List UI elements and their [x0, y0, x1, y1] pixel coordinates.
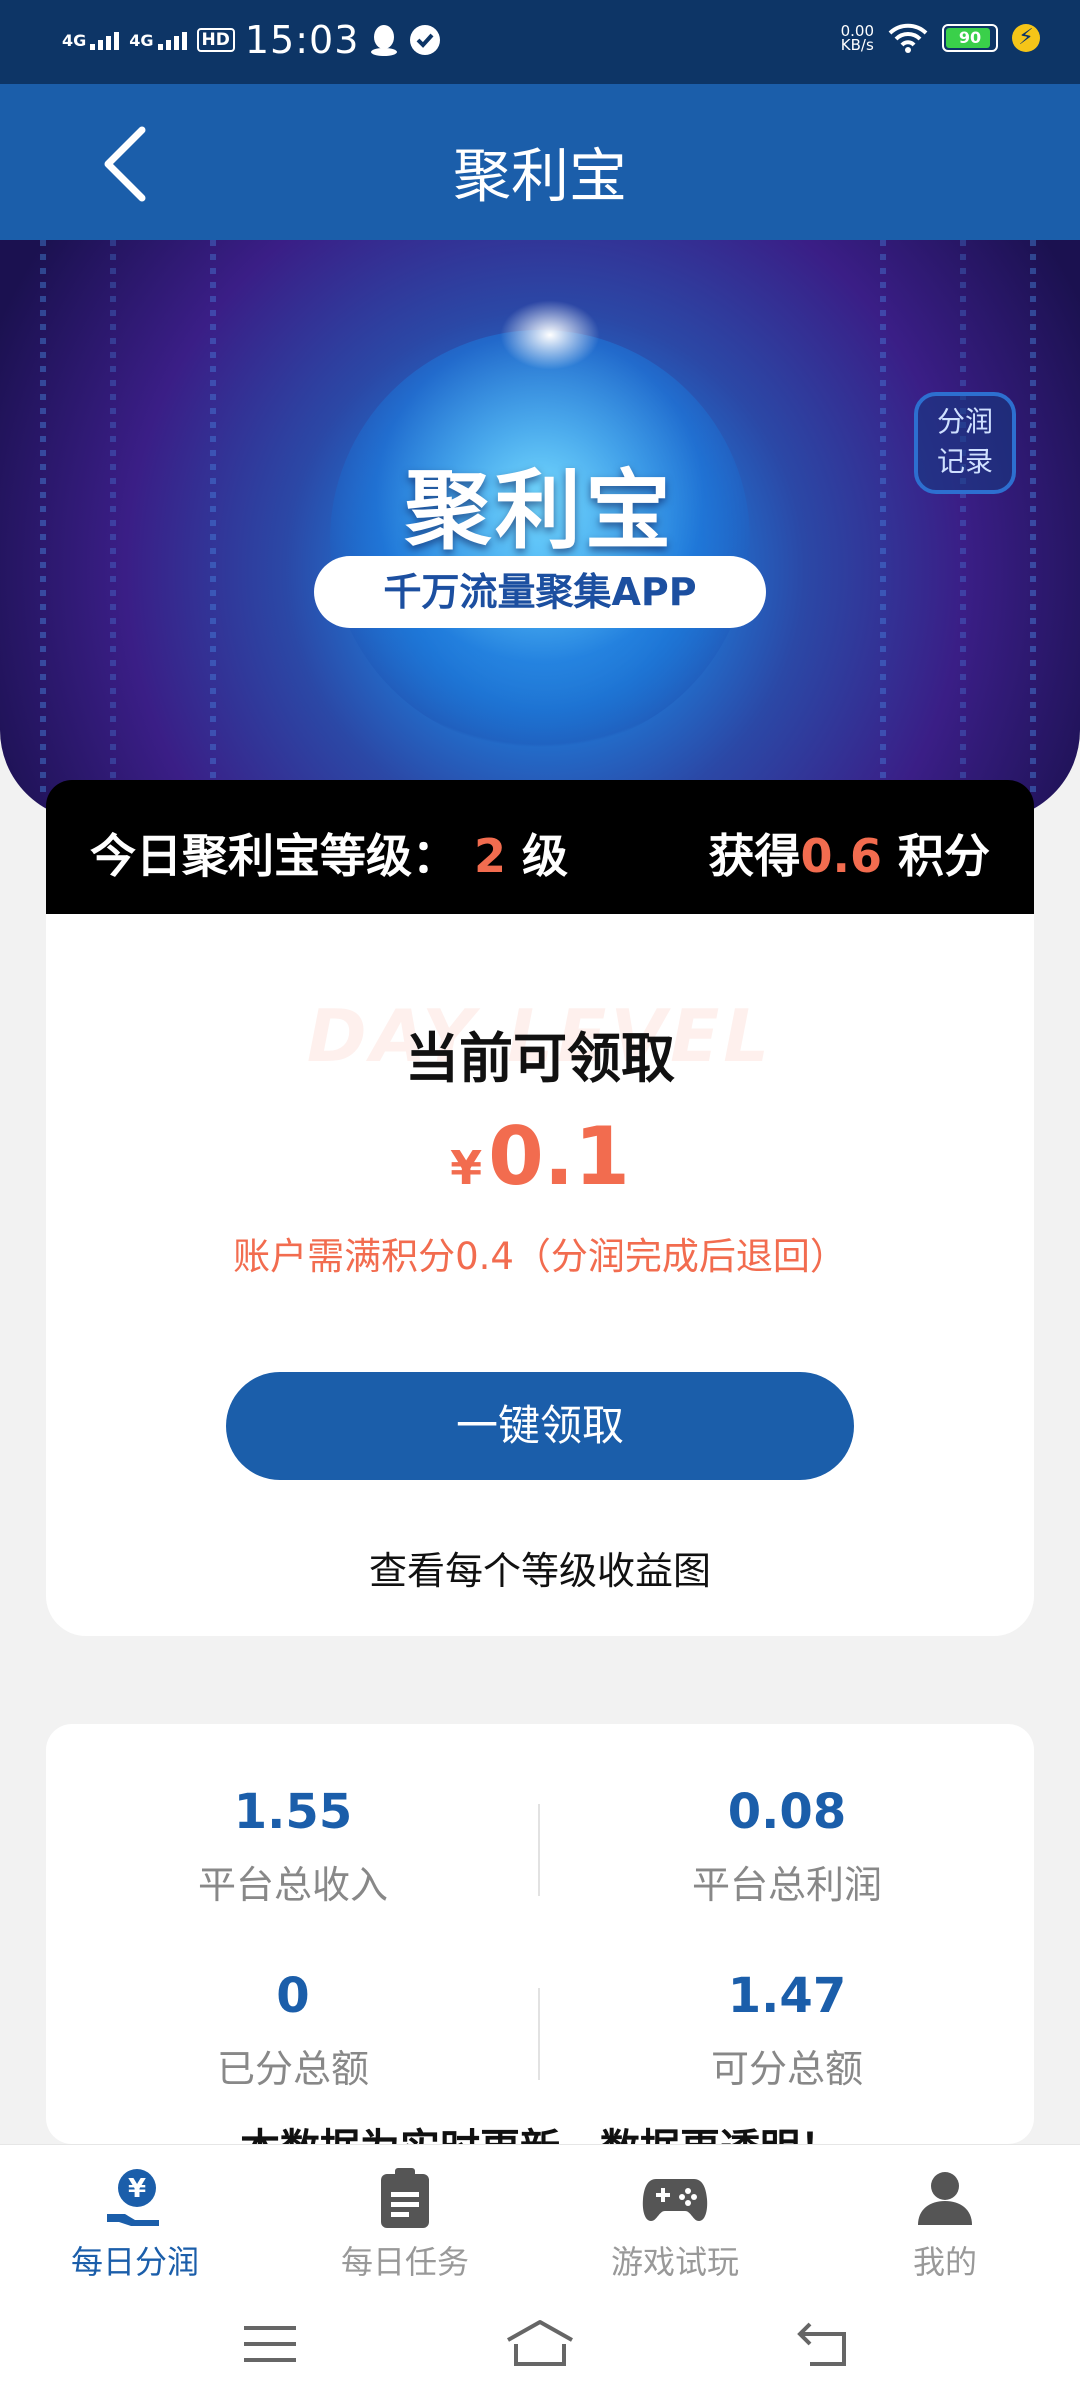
tab-game-trial[interactable]: 游戏试玩 — [540, 2165, 810, 2283]
yen-hand-icon: ¥ — [107, 2169, 159, 2226]
battery-level: 90 — [958, 28, 982, 47]
level-bar: 今日聚利宝等级： 2 级 获得0.6 积分 — [46, 780, 1034, 915]
record-label-2: 记录 — [936, 445, 993, 478]
wifi-icon — [888, 23, 928, 53]
stat-distributed: 0 已分总额 — [46, 1968, 540, 2093]
charging-icon: ⚡ — [1012, 24, 1040, 52]
app-bar: 聚利宝 — [0, 84, 1080, 240]
bottom-tab-bar: ¥ 每日分润 每日任务 游戏试玩 我的 — [0, 2144, 1080, 2281]
check-icon — [410, 25, 441, 55]
points-info: 获得0.6 积分 — [708, 820, 990, 886]
tab-daily-task[interactable]: 每日任务 — [270, 2165, 540, 2283]
net-speed: 0.00 KB/s — [840, 24, 874, 54]
points-value: 0.6 — [800, 829, 882, 883]
claimable-amount: ¥0.1 — [46, 1110, 1034, 1203]
points-suffix: 积分 — [898, 829, 990, 883]
qq-icon — [371, 25, 398, 56]
stat-value: 1.47 — [727, 1968, 847, 2024]
claimable-title: 当前可领取 — [405, 1027, 675, 1090]
level-prefix: 今日聚利宝等级： — [90, 829, 458, 883]
gamepad-icon — [642, 2179, 708, 2221]
level-value: 2 — [474, 829, 507, 883]
amount-value: 0.1 — [488, 1110, 630, 1203]
user-icon — [918, 2172, 972, 2225]
stats-card: 1.55 平台总收入 0.08 平台总利润 0 已分总额 1.47 可分总额 本… — [46, 1724, 1034, 2144]
level-chart-link[interactable]: 查看每个等级收益图 — [46, 1540, 1034, 1595]
page-title: 聚利宝 — [452, 142, 627, 210]
profit-record-button[interactable]: 分润 记录 — [914, 392, 1016, 494]
points-notice: 账户需满积分0.4（分润完成后退回） — [233, 1235, 847, 1278]
stat-label: 可分总额 — [710, 2047, 863, 2091]
signal-icon-2: 4G — [129, 30, 187, 50]
home-icon[interactable] — [504, 2318, 576, 2368]
status-bar: 4G 4G HD 15:03 0.00 KB/s 90 ⚡ — [0, 0, 1080, 84]
clock: 15:03 — [244, 18, 360, 62]
claim-card: DAY LEVEL 当前可领取 ¥0.1 账户需满积分0.4（分润完成后退回） … — [46, 914, 1034, 1636]
stat-label: 平台总收入 — [197, 1863, 388, 1907]
clipboard-icon — [381, 2168, 429, 2228]
signal-icon: 4G — [62, 30, 120, 50]
tab-daily-profit[interactable]: ¥ 每日分润 — [0, 2165, 270, 2283]
stat-distributable: 1.47 可分总额 — [540, 1968, 1034, 2093]
tab-mine[interactable]: 我的 — [810, 2165, 1080, 2283]
banner: 聚利宝 千万流量聚集APP 分润 记录 — [0, 240, 1080, 820]
svg-text:¥: ¥ — [128, 2174, 146, 2204]
stat-total-income: 1.55 平台总收入 — [46, 1784, 540, 1909]
stat-value: 1.55 — [233, 1784, 353, 1840]
stat-value: 0.08 — [727, 1784, 847, 1840]
network-type-2: 4G — [129, 30, 154, 50]
net-speed-unit: KB/s — [840, 36, 874, 54]
level-info: 今日聚利宝等级： 2 级 — [90, 820, 568, 886]
stat-total-profit: 0.08 平台总利润 — [540, 1784, 1034, 1909]
stat-label: 已分总额 — [216, 2047, 369, 2091]
hd-icon: HD — [196, 28, 235, 52]
system-nav-bar — [0, 2276, 1080, 2408]
back-nav-icon[interactable] — [796, 2320, 848, 2366]
menu-icon[interactable] — [244, 2324, 296, 2364]
points-prefix: 获得 — [708, 829, 801, 883]
stat-label: 平台总利润 — [691, 1863, 882, 1907]
level-suffix: 级 — [522, 829, 569, 883]
banner-slogan: 千万流量聚集APP — [314, 556, 766, 628]
battery-icon: 90 — [942, 24, 998, 52]
record-label-1: 分润 — [936, 405, 993, 438]
stat-value: 0 — [276, 1968, 310, 2024]
currency-symbol: ¥ — [450, 1141, 483, 1195]
network-type-1: 4G — [62, 30, 87, 50]
stats-note: 本数据为实时更新，数据更透明！ — [46, 2116, 1034, 2144]
claim-button[interactable]: 一键领取 — [226, 1372, 854, 1480]
